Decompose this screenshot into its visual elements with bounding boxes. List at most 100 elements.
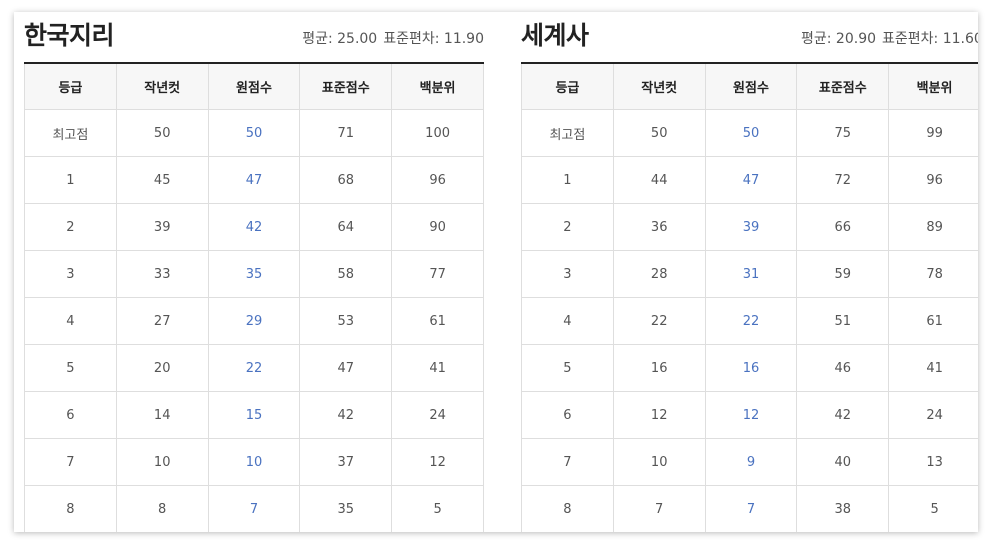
grade-cut-card: 한국지리 평균: 25.00 표준편차: 11.90 등급 작년컷 원점수 표준점수 백분…	[14, 12, 978, 532]
standard-score-cell: 71	[299, 109, 393, 157]
last-year-cut-cell: 14	[115, 391, 209, 439]
column-header: 표준점수	[299, 62, 393, 110]
stdev-stat: 표준편차: 11.90	[383, 31, 484, 47]
raw-score-cell: 10	[207, 438, 301, 486]
grade-cell: 2	[521, 203, 614, 251]
grade-cell: 2	[24, 203, 117, 251]
table-header-row: 등급 작년컷 원점수 표준점수 백분위	[24, 62, 484, 110]
percentile-cell: 5	[888, 485, 978, 532]
column-header: 작년컷	[612, 62, 706, 110]
korean-geography-panel: 한국지리 평균: 25.00 표준편차: 11.90 등급 작년컷 원점수 표준점수 백분…	[24, 12, 484, 532]
column-header: 백분위	[391, 62, 484, 110]
standard-score-cell: 42	[796, 391, 890, 439]
percentile-cell: 96	[888, 156, 978, 204]
column-header: 등급	[24, 62, 117, 110]
table-row: 3 33 35 58 77	[24, 250, 484, 298]
percentile-cell: 12	[391, 438, 484, 486]
raw-score-cell: 16	[704, 344, 798, 392]
percentile-cell: 5	[391, 485, 484, 532]
percentile-cell: 24	[391, 391, 484, 439]
column-header: 등급	[521, 62, 614, 110]
table-row: 6 12 12 42 24	[521, 391, 978, 439]
raw-score-cell: 29	[207, 297, 301, 345]
world-history-panel: 세계사 평균: 20.90 표준편차: 11.60 등급 작년컷 원점수 표준점수 백분위…	[521, 12, 978, 532]
mean-stat: 평균: 20.90	[801, 31, 877, 47]
table-row: 1 45 47 68 96	[24, 156, 484, 204]
raw-score-cell: 22	[207, 344, 301, 392]
standard-score-cell: 46	[796, 344, 890, 392]
grade-table: 등급 작년컷 원점수 표준점수 백분위 최고점 50 50 71 100 1 45 47 68 96 2 39…	[24, 62, 484, 532]
last-year-cut-cell: 44	[612, 156, 706, 204]
column-header: 작년컷	[115, 62, 209, 110]
standard-score-cell: 72	[796, 156, 890, 204]
grade-cell: 5	[24, 344, 117, 392]
standard-score-cell: 38	[796, 485, 890, 532]
last-year-cut-cell: 12	[612, 391, 706, 439]
last-year-cut-cell: 8	[115, 485, 209, 532]
percentile-cell: 61	[391, 297, 484, 345]
grade-cell: 8	[521, 485, 614, 532]
panel-stats: 평균: 20.90 표준편차: 11.60	[801, 28, 978, 48]
last-year-cut-cell: 33	[115, 250, 209, 298]
percentile-cell: 90	[391, 203, 484, 251]
grade-cell: 6	[521, 391, 614, 439]
table-row: 5 16 16 46 41	[521, 344, 978, 392]
last-year-cut-cell: 39	[115, 203, 209, 251]
table-row: 최고점 50 50 71 100	[24, 109, 484, 157]
table-row: 6 14 15 42 24	[24, 391, 484, 439]
standard-score-cell: 53	[299, 297, 393, 345]
percentile-cell: 24	[888, 391, 978, 439]
stdev-stat: 표준편차: 11.60	[882, 31, 978, 47]
last-year-cut-cell: 20	[115, 344, 209, 392]
grade-cell: 6	[24, 391, 117, 439]
raw-score-cell: 35	[207, 250, 301, 298]
percentile-cell: 89	[888, 203, 978, 251]
table-row: 4 22 22 51 61	[521, 297, 978, 345]
percentile-cell: 13	[888, 438, 978, 486]
standard-score-cell: 68	[299, 156, 393, 204]
last-year-cut-cell: 36	[612, 203, 706, 251]
panel-title: 한국지리	[24, 21, 115, 50]
standard-score-cell: 59	[796, 250, 890, 298]
last-year-cut-cell: 50	[612, 109, 706, 157]
standard-score-cell: 42	[299, 391, 393, 439]
table-row: 3 28 31 59 78	[521, 250, 978, 298]
standard-score-cell: 58	[299, 250, 393, 298]
table-row: 8 8 7 35 5	[24, 485, 484, 532]
grade-cell: 최고점	[521, 109, 614, 157]
last-year-cut-cell: 22	[612, 297, 706, 345]
percentile-cell: 99	[888, 109, 978, 157]
raw-score-cell: 12	[704, 391, 798, 439]
percentile-cell: 41	[888, 344, 978, 392]
grade-cell: 4	[24, 297, 117, 345]
raw-score-cell: 7	[207, 485, 301, 532]
grade-cell: 8	[24, 485, 117, 532]
raw-score-cell: 15	[207, 391, 301, 439]
table-row: 1 44 47 72 96	[521, 156, 978, 204]
table-row: 최고점 50 50 75 99	[521, 109, 978, 157]
last-year-cut-cell: 16	[612, 344, 706, 392]
table-row: 4 27 29 53 61	[24, 297, 484, 345]
grade-table: 등급 작년컷 원점수 표준점수 백분위 최고점 50 50 75 99 1 44 47 72 96 2 36 3…	[521, 62, 978, 532]
percentile-cell: 77	[391, 250, 484, 298]
raw-score-cell: 39	[704, 203, 798, 251]
column-header: 백분위	[888, 62, 978, 110]
standard-score-cell: 35	[299, 485, 393, 532]
grade-cell: 7	[24, 438, 117, 486]
panel-stats: 평균: 25.00 표준편차: 11.90	[302, 28, 484, 48]
last-year-cut-cell: 10	[115, 438, 209, 486]
raw-score-cell: 22	[704, 297, 798, 345]
mean-stat: 평균: 25.00	[302, 31, 378, 47]
last-year-cut-cell: 7	[612, 485, 706, 532]
percentile-cell: 61	[888, 297, 978, 345]
column-header: 표준점수	[796, 62, 890, 110]
raw-score-cell: 47	[207, 156, 301, 204]
table-row: 2 36 39 66 89	[521, 203, 978, 251]
standard-score-cell: 47	[299, 344, 393, 392]
table-row: 8 7 7 38 5	[521, 485, 978, 532]
raw-score-cell: 31	[704, 250, 798, 298]
percentile-cell: 78	[888, 250, 978, 298]
grade-cell: 5	[521, 344, 614, 392]
grade-cell: 3	[521, 250, 614, 298]
grade-cell: 최고점	[24, 109, 117, 157]
